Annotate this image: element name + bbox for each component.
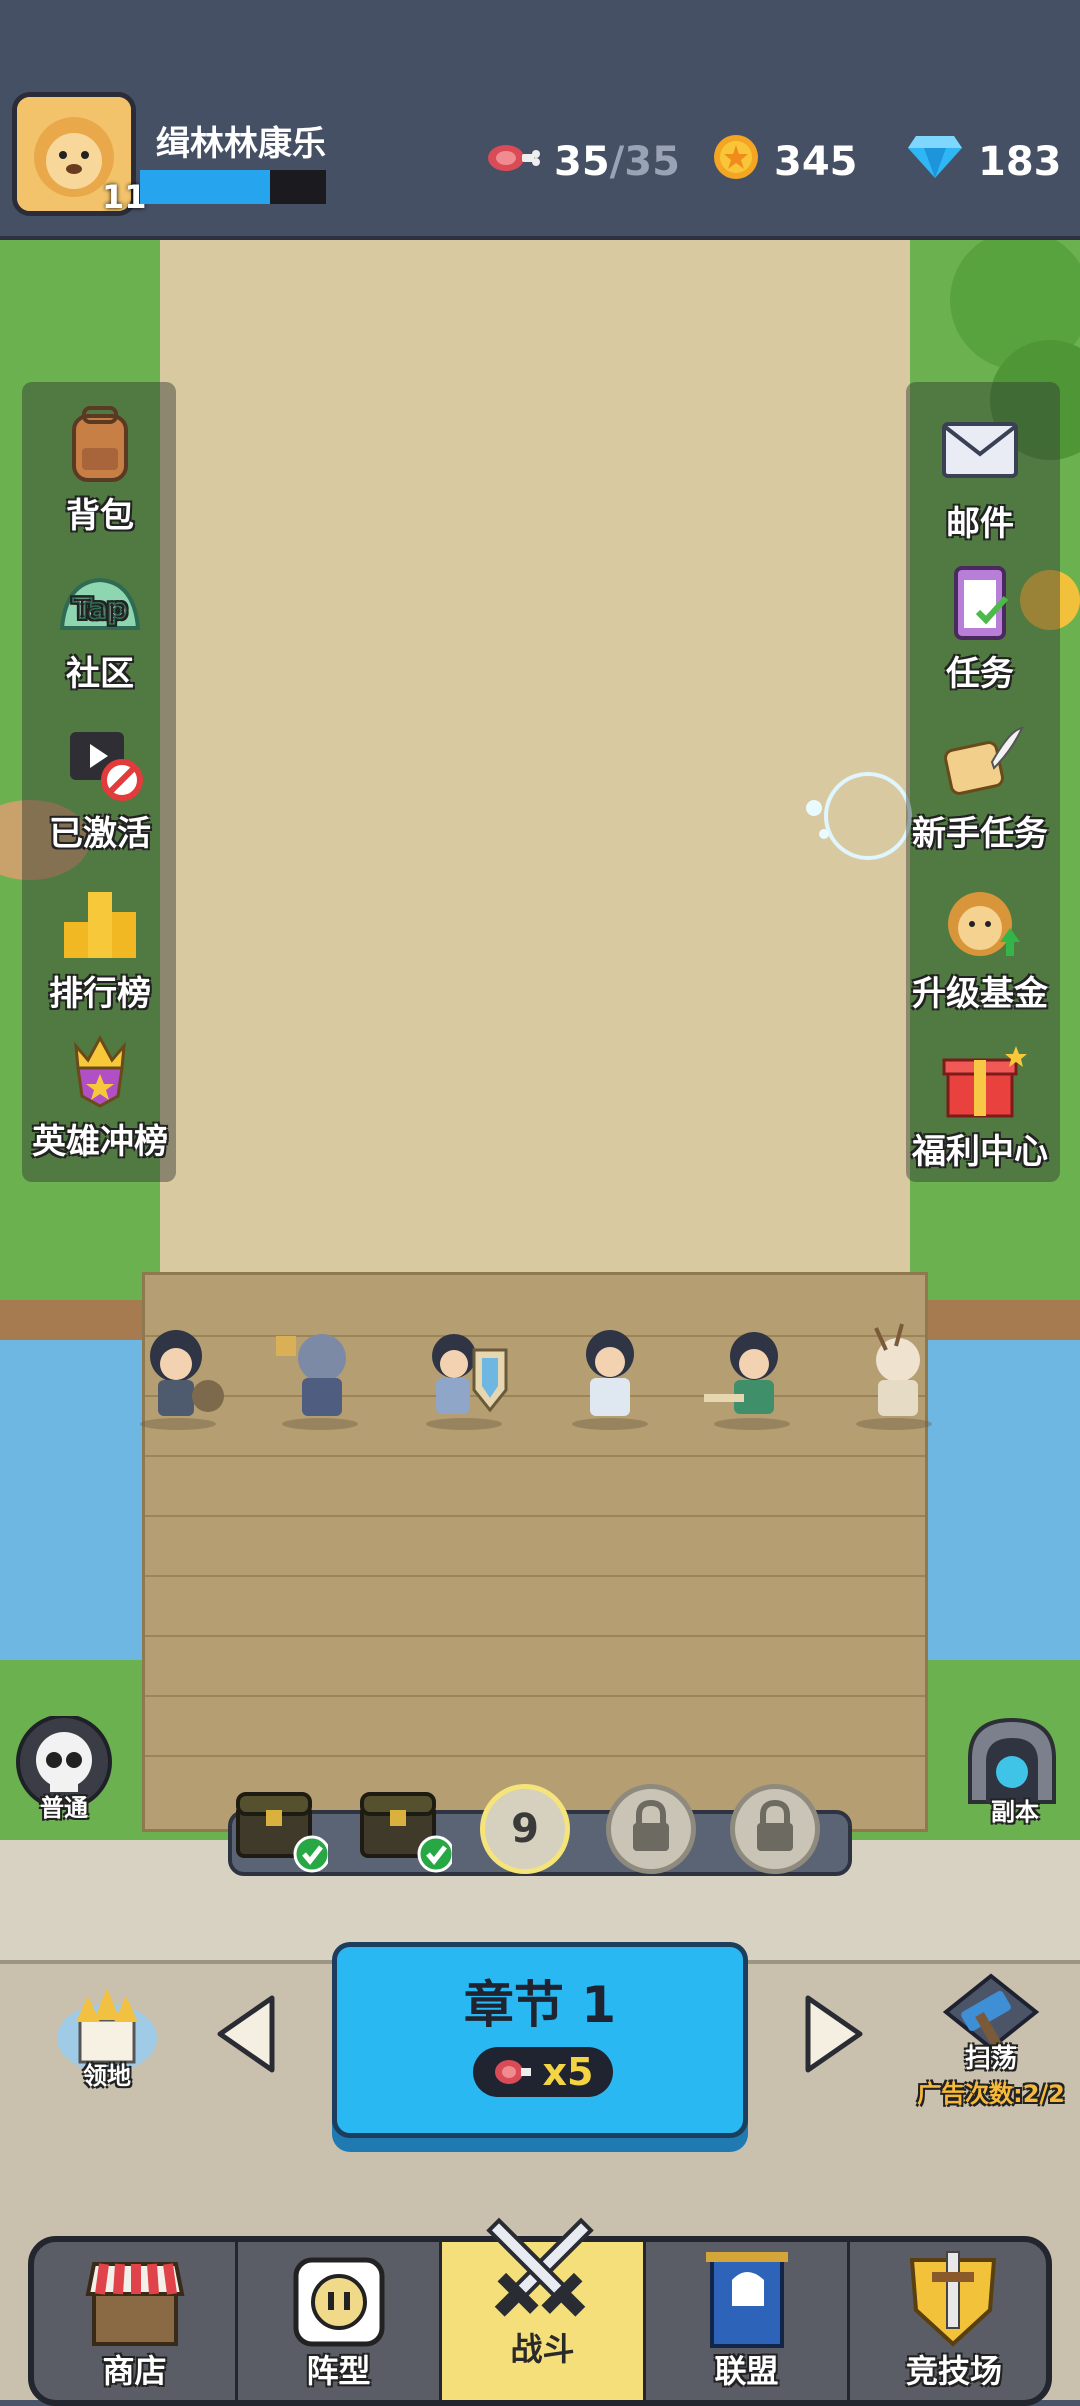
current-stage[interactable]: 9 <box>480 1784 570 1874</box>
sweep-label: 扫荡 <box>964 2044 1017 2074</box>
stamina-max: 35 <box>624 139 680 185</box>
gold-coin-icon <box>712 133 760 191</box>
wooden-bridge <box>142 1272 928 1832</box>
nav-battle-label: 战斗 <box>510 2330 575 2368</box>
menu-newbie-tasks[interactable]: 新手任务 <box>890 722 1070 855</box>
river-left <box>0 1340 142 1660</box>
hero-3[interactable] <box>416 1320 512 1430</box>
locked-stage-1[interactable] <box>606 1784 696 1874</box>
menu-mail-label: 邮件 <box>946 504 1014 544</box>
formation-icon <box>293 2257 385 2347</box>
xp-bar-fill <box>140 170 271 204</box>
chapter-start-button[interactable]: 章节 1 x5 <box>332 1942 748 2138</box>
player-name: 缉林林康乐 <box>156 124 326 164</box>
stamina-separator: / <box>609 139 625 185</box>
menu-tasks-label: 任务 <box>946 654 1014 694</box>
nav-formation[interactable]: 阵型 <box>238 2242 442 2400</box>
territory-button[interactable]: 领地 <box>52 1984 162 2094</box>
gem-value: 183 <box>978 139 1062 185</box>
hero-1[interactable] <box>130 1320 226 1430</box>
menu-ranking[interactable]: 排行榜 <box>10 882 190 1015</box>
menu-activated-label: 已激活 <box>49 814 151 854</box>
video-blocked-icon <box>70 732 143 801</box>
menu-community-label: 社区 <box>66 654 134 694</box>
xp-bar <box>140 170 326 204</box>
nav-alliance[interactable]: 联盟 <box>646 2242 850 2400</box>
scroll-quill-icon <box>943 726 1024 795</box>
crown-badge-icon <box>74 1034 126 1108</box>
nav-alliance-label: 联盟 <box>714 2352 779 2390</box>
menu-activated[interactable]: 已激活 <box>10 722 190 855</box>
menu-backpack-label: 背包 <box>66 496 134 536</box>
river-right <box>928 1340 1080 1660</box>
chapter-title: 章节 1 <box>463 1976 617 2034</box>
gold-value: 345 <box>774 139 858 185</box>
gem-display[interactable]: 183 <box>906 132 1062 192</box>
lock-icon <box>633 1799 669 1851</box>
gold-display[interactable]: 345 <box>712 132 858 192</box>
menu-backpack[interactable]: 背包 <box>10 404 190 537</box>
stage-chest-2[interactable] <box>352 1784 452 1874</box>
alliance-banner-icon <box>706 2252 788 2348</box>
arena-shield-icon <box>909 2251 997 2347</box>
lion-fund-icon <box>948 892 1020 956</box>
menu-community[interactable]: Tap 社区 <box>10 562 190 695</box>
dungeon-label: 副本 <box>991 1798 1039 1826</box>
hero-5[interactable] <box>704 1320 800 1430</box>
menu-tasks[interactable]: 任务 <box>890 562 1070 695</box>
hero-6[interactable] <box>846 1320 942 1430</box>
backpack-icon <box>72 406 128 482</box>
prev-chapter-arrow[interactable] <box>214 1992 278 2076</box>
next-chapter-arrow[interactable] <box>802 1992 866 2076</box>
top-bar: 11 缉林林康乐 35/35 345 183 <box>0 0 1080 240</box>
chapter-cost: x5 <box>473 2047 613 2097</box>
hero-4[interactable] <box>562 1320 658 1430</box>
dirt-road <box>160 240 910 1280</box>
nav-shop-label: 商店 <box>102 2352 167 2390</box>
menu-welfare-label: 福利中心 <box>912 1132 1048 1172</box>
nav-arena[interactable]: 竞技场 <box>850 2242 1046 2400</box>
menu-hero-race-label: 英雄冲榜 <box>32 1122 168 1162</box>
menu-upgrade-fund[interactable]: 升级基金 <box>890 882 1070 1015</box>
menu-hero-race[interactable]: 英雄冲榜 <box>10 1030 190 1163</box>
territory-label: 领地 <box>83 2062 131 2090</box>
sweep-ads-count: 广告次数:2/2 <box>917 2080 1065 2108</box>
lock-icon <box>757 1799 793 1851</box>
tap-community-icon: Tap <box>59 577 141 630</box>
hero-2[interactable] <box>272 1320 368 1430</box>
locked-stage-2[interactable] <box>730 1784 820 1874</box>
difficulty-button[interactable]: 普通 <box>14 1714 114 1826</box>
difficulty-label: 普通 <box>40 1794 88 1822</box>
task-clipboard-icon <box>954 566 1009 640</box>
nav-shop[interactable]: 商店 <box>34 2242 238 2400</box>
menu-ranking-label: 排行榜 <box>49 974 151 1014</box>
crossed-swords-icon <box>486 2217 594 2317</box>
nav-arena-label: 竞技场 <box>905 2352 1002 2390</box>
chapter-cost-value: x5 <box>542 2050 594 2094</box>
sweep-button[interactable]: 扫荡 广告次数:2/2 <box>908 1972 1074 2122</box>
nav-formation-label: 阵型 <box>306 2352 371 2390</box>
menu-newbie-tasks-label: 新手任务 <box>912 814 1048 854</box>
mail-icon <box>942 422 1018 478</box>
menu-mail[interactable]: 邮件 <box>890 412 1070 545</box>
stamina-current: 35 <box>554 139 610 185</box>
diamond-icon <box>906 134 964 190</box>
shop-icon <box>85 2262 185 2346</box>
menu-welfare[interactable]: 福利中心 <box>890 1040 1070 1173</box>
meat-icon <box>494 2060 531 2084</box>
ranking-podium-icon <box>64 892 136 958</box>
dungeon-button[interactable]: 副本 <box>962 1716 1068 1826</box>
stage-chest-1[interactable] <box>228 1784 328 1874</box>
meat-icon <box>486 139 540 185</box>
menu-upgrade-fund-label: 升级基金 <box>912 974 1048 1014</box>
stamina-display[interactable]: 35/35 <box>486 132 680 192</box>
tap-icon-text: Tap <box>73 592 127 625</box>
gift-box-icon <box>942 1046 1027 1118</box>
